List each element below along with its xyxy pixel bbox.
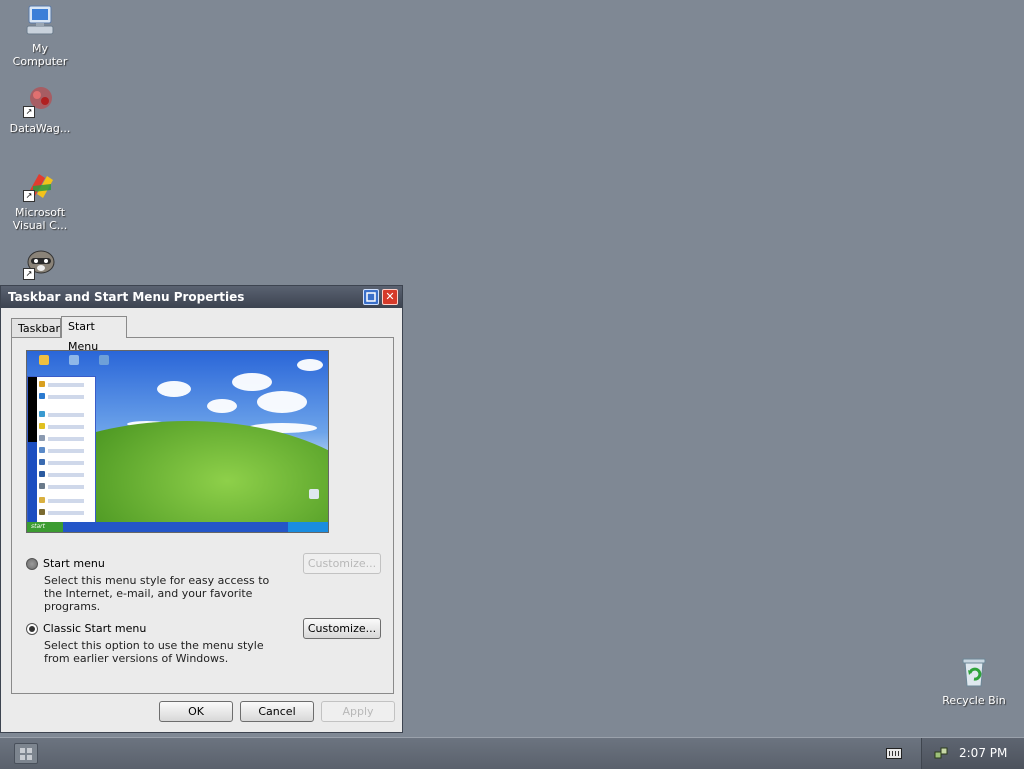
desktop-icon-recycle-bin[interactable]: Recycle Bin (936, 656, 1012, 707)
start-menu-tab-panel: start Start menu Select this menu style … (11, 337, 394, 694)
help-icon (366, 292, 376, 302)
datawag-icon: ↗ (23, 84, 57, 118)
dialog-title: Taskbar and Start Menu Properties (8, 290, 245, 304)
shortcut-arrow-icon: ↗ (23, 106, 35, 118)
classic-start-menu-option-description: Select this option to use the menu style… (44, 639, 264, 665)
taskbar: 2:07 PM (0, 737, 1024, 769)
shortcut-arrow-icon: ↗ (23, 268, 35, 280)
visual-c-icon: ↗ (23, 168, 57, 202)
preview-taskbar (27, 522, 328, 532)
close-icon: ✕ (385, 290, 395, 303)
customize-classic-start-menu-button[interactable]: Customize... (303, 618, 381, 639)
shortcut-arrow-icon: ↗ (23, 190, 35, 202)
clock[interactable]: 2:07 PM (959, 746, 1007, 760)
taskbar-start-menu-properties-dialog: Taskbar and Start Menu Properties ✕ Task… (0, 285, 403, 733)
tab-taskbar[interactable]: Taskbar (11, 318, 61, 338)
classic-start-menu-option-label[interactable]: Classic Start menu (43, 622, 146, 635)
desktop-icon-datawag[interactable]: ↗ DataWag... (2, 84, 78, 135)
desktop-icon-raccoon[interactable]: ↗ (2, 246, 78, 284)
system-tray: 2:07 PM (921, 738, 1024, 769)
preview-start-button: start (27, 522, 63, 532)
tab-start-menu[interactable]: Start Menu (61, 316, 127, 353)
cancel-button[interactable]: Cancel (240, 701, 314, 722)
desktop-icon-label: Recycle Bin (942, 694, 1006, 707)
start-menu-radio[interactable] (26, 558, 38, 570)
preview-tray (288, 522, 328, 532)
network-icon[interactable] (934, 746, 948, 760)
desktop-icon-visual-c[interactable]: ↗ Microsoft Visual C... (2, 168, 78, 232)
desktop-icon-my-computer[interactable]: My Computer (2, 4, 78, 68)
dialog-titlebar[interactable]: Taskbar and Start Menu Properties ✕ (1, 286, 402, 308)
start-menu-preview-image: start (26, 350, 329, 533)
close-button[interactable]: ✕ (382, 289, 398, 305)
desktop-icon-label: DataWag... (9, 122, 71, 135)
keyboard-icon[interactable] (886, 748, 902, 759)
classic-start-menu-radio[interactable] (26, 623, 38, 635)
raccoon-icon: ↗ (23, 246, 57, 280)
preview-start-menu (27, 376, 96, 523)
desktop-icon-label: Microsoft Visual C... (12, 206, 68, 232)
ok-button[interactable]: OK (159, 701, 233, 722)
my-computer-icon (23, 4, 57, 38)
apply-button[interactable]: Apply (321, 701, 395, 722)
customize-start-menu-button[interactable]: Customize... (303, 553, 381, 574)
start-button[interactable] (14, 743, 38, 764)
recycle-bin-icon (957, 656, 991, 690)
start-menu-option-label[interactable]: Start menu (43, 557, 105, 570)
start-menu-option-description: Select this menu style for easy access t… (44, 574, 270, 613)
desktop-icon-label: My Computer (12, 42, 68, 68)
help-button[interactable] (363, 289, 379, 305)
